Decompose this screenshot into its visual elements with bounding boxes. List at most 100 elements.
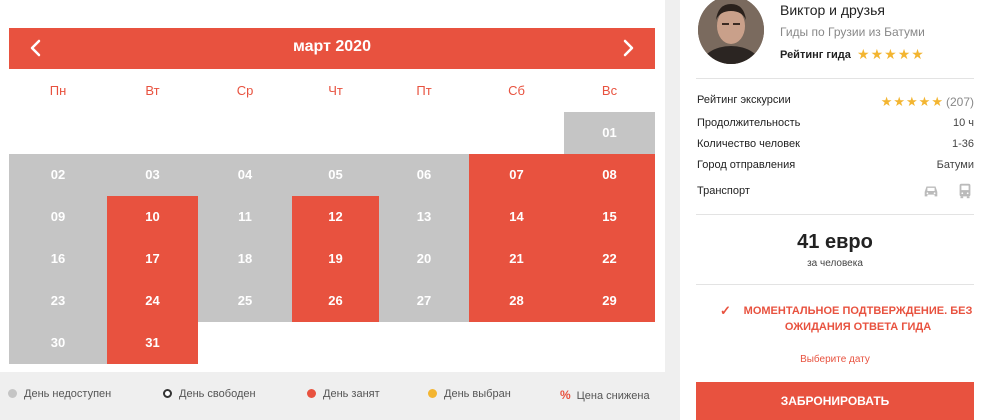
calendar-month-title: март 2020	[293, 38, 371, 55]
calendar-day-21[interactable]: 21	[469, 238, 564, 280]
weekday-label: Вс	[601, 83, 618, 98]
star-icon: ★	[918, 94, 932, 109]
legend-selected: День выбран	[428, 388, 511, 404]
legend-busy: День занят	[307, 388, 380, 404]
weekday-label: Сб	[508, 83, 525, 98]
calendar-day-15[interactable]: 15	[564, 196, 655, 238]
bus-icon	[959, 183, 971, 199]
guide-avatar[interactable]	[698, 0, 764, 64]
weekday-label: Вт	[145, 83, 160, 98]
calendar-day-27: 27	[379, 280, 469, 322]
booking-sidebar: Виктор и друзья Гиды по Грузии из Батуми…	[680, 0, 1000, 420]
weekday-label: Пн	[49, 83, 67, 98]
departure-city-row: Город отправления Батуми	[697, 159, 974, 175]
weekday-header-row: Пн Вт Ср Чт Пт Сб Вс	[9, 70, 655, 112]
guide-name[interactable]: Виктор и друзья	[780, 2, 885, 18]
yellow-dot-icon	[428, 389, 437, 398]
guide-photo	[698, 0, 764, 64]
guide-rating-label: Рейтинг гида	[780, 49, 851, 61]
price-amount: 41 евро	[797, 231, 873, 253]
star-icon: ★	[906, 94, 919, 109]
calendar-day-08[interactable]: 08	[564, 154, 655, 196]
star-icon: ★	[893, 94, 907, 109]
tour-rating-stars: ★★★★★	[881, 94, 944, 109]
calendar-day-25: 25	[198, 280, 292, 322]
legend-unavailable-label: День недоступен	[24, 388, 112, 400]
tour-rating-value[interactable]: ★★★★★ (207)	[881, 94, 974, 110]
instant-confirmation-text: МОМЕНТАЛЬНОЕ ПОДТВЕРЖДЕНИЕ. БЕЗ ОЖИДАНИЯ…	[743, 305, 973, 333]
calendar-legend: День недоступен День свободен День занят…	[0, 380, 665, 410]
calendar-day-12[interactable]: 12	[292, 196, 379, 238]
duration-value: 10 ч	[952, 117, 974, 129]
calendar-day-03: 03	[107, 154, 198, 196]
calendar-day-07[interactable]: 07	[469, 154, 564, 196]
weekday-label: Пт	[416, 83, 432, 98]
divider	[696, 214, 974, 215]
calendar-day-22[interactable]: 22	[564, 238, 655, 280]
star-icon: ★	[897, 46, 912, 62]
calendar-day-28[interactable]: 28	[469, 280, 564, 322]
calendar-day-09: 09	[9, 196, 107, 238]
chevron-right-icon	[623, 39, 634, 57]
calendar-day-29[interactable]: 29	[564, 280, 655, 322]
choose-date-hint: Выберите дату	[800, 354, 870, 365]
calendar-day-05: 05	[292, 154, 379, 196]
star-icon: ★	[911, 46, 925, 62]
guide-rating-stars: ★★★★★	[857, 46, 925, 63]
departure-city-label: Город отправления	[697, 159, 796, 171]
weekday-label: Ср	[236, 83, 254, 98]
calendar-day-11: 11	[198, 196, 292, 238]
calendar-day-19[interactable]: 19	[292, 238, 379, 280]
legend-free: День свободен	[163, 388, 256, 404]
red-dot-icon	[307, 389, 316, 398]
instant-confirmation-note: ✓ МОМЕНТАЛЬНОЕ ПОДТВЕРЖДЕНИЕ. БЕЗ ОЖИДАН…	[720, 303, 980, 335]
calendar-day-02: 02	[9, 154, 107, 196]
legend-selected-label: День выбран	[444, 388, 511, 400]
next-month-button[interactable]	[613, 33, 643, 63]
book-button[interactable]: ЗАБРОНИРОВАТЬ	[696, 382, 974, 420]
star-icon: ★	[884, 46, 898, 62]
calendar-day-24[interactable]: 24	[107, 280, 198, 322]
calendar-day-18: 18	[198, 238, 292, 280]
transport-icons	[910, 182, 974, 205]
calendar-panel: март 2020 Пн Вт Ср Чт Пт Сб Вс 01 02 03 04 0…	[0, 0, 665, 420]
legend-busy-label: День занят	[323, 388, 380, 400]
calendar-day-06: 06	[379, 154, 469, 196]
tour-rating-label: Рейтинг экскурсии	[697, 94, 791, 106]
departure-city-value: Батуми	[936, 159, 974, 171]
calendar-day-26[interactable]: 26	[292, 280, 379, 322]
divider	[696, 78, 974, 79]
check-icon: ✓	[720, 303, 731, 318]
calendar-day-31[interactable]: 31	[107, 322, 198, 364]
people-value: 1-36	[951, 138, 974, 150]
star-icon: ★	[857, 46, 871, 62]
price-per-person: за человека	[807, 258, 863, 269]
guide-subtitle: Гиды по Грузии из Батуми	[780, 25, 925, 39]
calendar-day-17[interactable]: 17	[107, 238, 198, 280]
divider	[696, 284, 974, 285]
calendar-day-20: 20	[379, 238, 469, 280]
legend-free-label: День свободен	[179, 388, 256, 400]
tour-rating-count: (207)	[945, 95, 974, 109]
calendar-day-14[interactable]: 14	[469, 196, 564, 238]
ring-dot-icon	[163, 389, 172, 398]
legend-discount-label: Цена снижена	[576, 390, 650, 402]
people-row: Количество человек 1-36	[697, 138, 974, 154]
calendar-day-01: 01	[564, 112, 655, 154]
calendar-day-10[interactable]: 10	[107, 196, 198, 238]
calendar-day-23: 23	[9, 280, 107, 322]
calendar-day-30: 30	[9, 322, 107, 364]
percent-icon: %	[560, 388, 571, 402]
transport-label: Транспорт	[697, 185, 750, 197]
duration-row: Продолжительность 10 ч	[697, 117, 974, 133]
people-label: Количество человек	[697, 138, 800, 150]
star-icon: ★	[931, 94, 944, 109]
gray-dot-icon	[8, 389, 17, 398]
tour-rating-row: Рейтинг экскурсии ★★★★★ (207)	[697, 94, 974, 110]
calendar-day-16: 16	[9, 238, 107, 280]
duration-label: Продолжительность	[697, 117, 801, 129]
legend-discount: % Цена снижена	[560, 388, 650, 404]
legend-unavailable: День недоступен	[8, 388, 111, 404]
star-icon: ★	[870, 46, 885, 62]
calendar-day-13: 13	[379, 196, 469, 238]
